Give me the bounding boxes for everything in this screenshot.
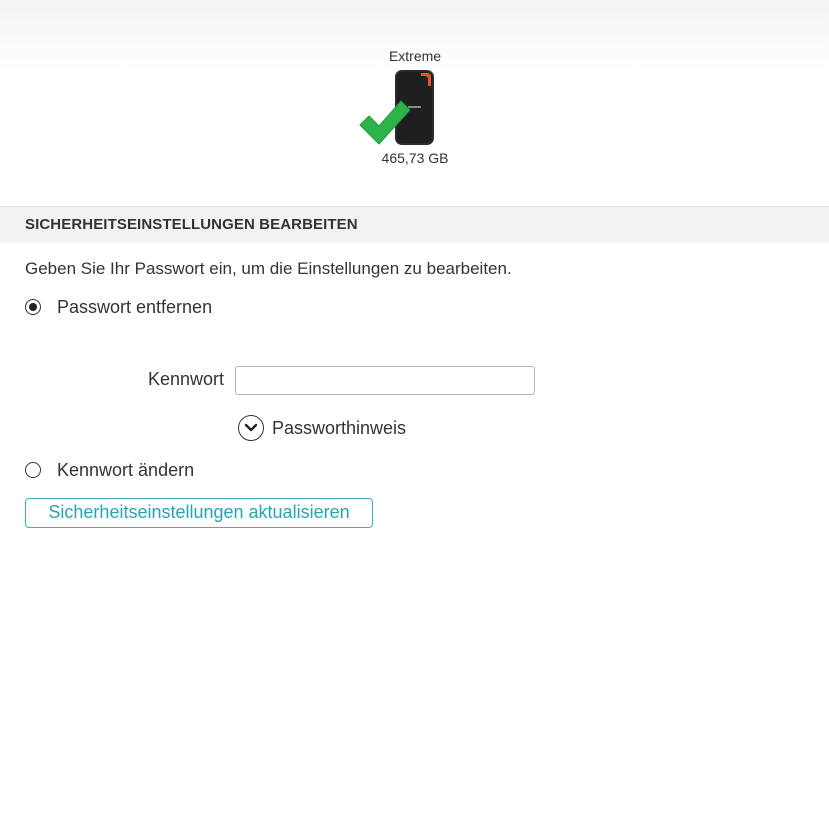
- section-title: SICHERHEITSEINSTELLUNGEN BEARBEITEN: [25, 216, 358, 233]
- password-hint-label: Passworthinweis: [272, 417, 407, 438]
- section-header: SICHERHEITSEINSTELLUNGEN BEARBEITEN: [0, 206, 829, 243]
- update-security-button[interactable]: Sicherheitseinstellungen aktualisieren: [25, 498, 373, 528]
- remove-password-radio[interactable]: [25, 299, 41, 315]
- change-password-option[interactable]: Kennwort ändern: [25, 459, 194, 481]
- drive-size: 465,73 GB: [381, 150, 449, 166]
- password-label: Kennwort: [147, 369, 224, 389]
- chevron-down-circle-icon[interactable]: [238, 415, 264, 441]
- remove-password-label: Passwort entfernen: [57, 296, 213, 317]
- drive-tile[interactable]: Extreme 465,73 GB: [355, 45, 475, 175]
- password-input[interactable]: [235, 366, 535, 395]
- remove-password-option[interactable]: Passwort entfernen: [25, 296, 212, 318]
- change-password-label: Kennwort ändern: [57, 459, 195, 480]
- change-password-radio[interactable]: [25, 462, 41, 478]
- password-hint-toggle[interactable]: Passworthinweis: [238, 414, 406, 442]
- drive-image: [359, 70, 434, 145]
- instruction-text: Geben Sie Ihr Passwort ein, um die Einst…: [25, 259, 512, 278]
- drive-name: Extreme: [388, 48, 442, 64]
